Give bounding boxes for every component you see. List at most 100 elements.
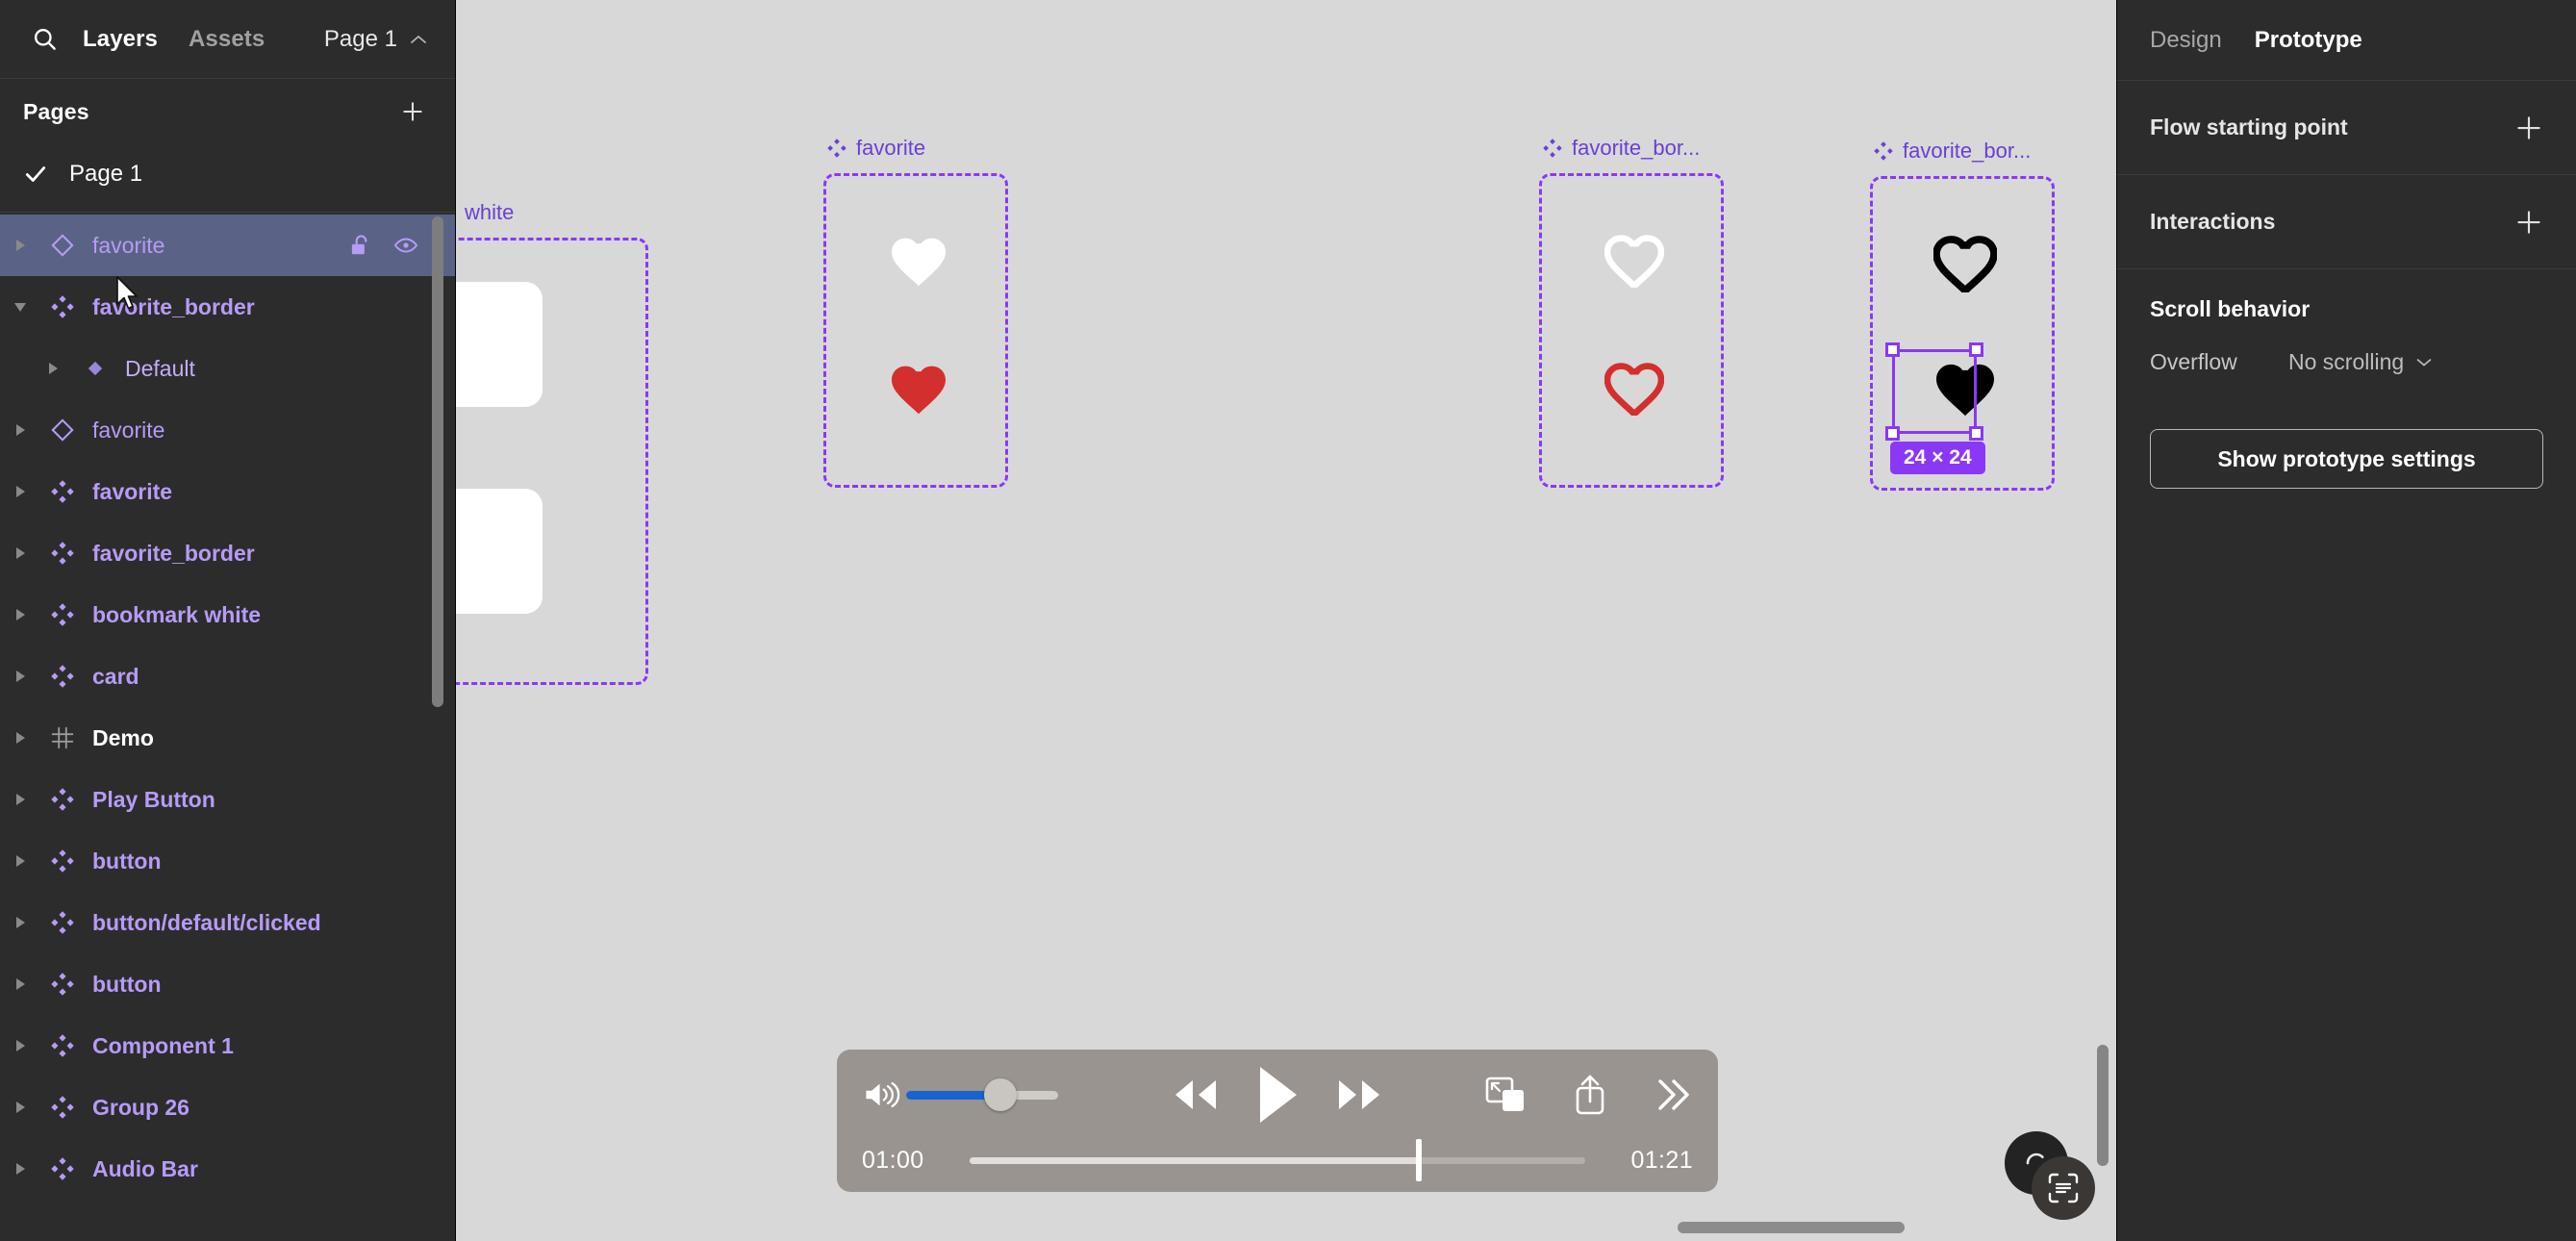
selection-bounding-box[interactable] — [1892, 349, 1977, 434]
seek-bar[interactable] — [970, 1139, 1585, 1181]
layer-row[interactable]: Component 1 — [0, 1015, 455, 1076]
layer-row[interactable]: Group 26 — [0, 1076, 455, 1138]
heart-outline-icon — [1933, 236, 1997, 292]
canvas-vertical-scrollbar[interactable] — [2097, 1045, 2109, 1166]
right-panel-tabs: Design Prototype — [2117, 0, 2576, 81]
volume-slider-track[interactable] — [906, 1078, 1058, 1111]
tab-prototype[interactable]: Prototype — [2255, 27, 2362, 54]
component-diamond-icon — [1543, 139, 1562, 158]
caret-right-icon[interactable] — [0, 917, 40, 928]
layer-row[interactable]: Play Button — [0, 769, 455, 830]
caret-right-icon[interactable] — [0, 609, 40, 620]
caret-right-icon[interactable] — [0, 1040, 40, 1051]
variant-red-outline-heart[interactable] — [1542, 336, 1727, 442]
variant-black-outline-heart[interactable] — [1873, 211, 2058, 317]
layer-row[interactable]: favorite_border — [0, 276, 455, 338]
volume-high-icon[interactable] — [862, 1078, 900, 1111]
page-item-page-1[interactable]: Page 1 — [0, 144, 455, 204]
caret-right-icon[interactable] — [0, 855, 40, 867]
layer-row[interactable]: favorite — [0, 461, 455, 522]
caret-right-icon[interactable] — [0, 732, 40, 744]
layer-label: favorite — [92, 478, 173, 504]
selection-handle-top-left[interactable] — [1885, 342, 1900, 357]
variant-white-outline-heart[interactable] — [1542, 208, 1727, 314]
canvas-horizontal-scrollbar[interactable] — [1678, 1222, 1905, 1233]
caret-right-icon[interactable] — [0, 671, 40, 682]
bookmark-white-chip-bottom — [456, 489, 543, 614]
layers-list[interactable]: favorite favorite_border Default favorite fa… — [0, 213, 455, 1241]
total-time-label: 01:21 — [1630, 1146, 1693, 1174]
layer-visibility-toggle[interactable] — [393, 233, 418, 258]
layer-label: favorite_border — [92, 540, 255, 566]
heart-outline-icon — [1604, 363, 1664, 416]
component-set-favorite[interactable]: favorite — [823, 136, 1011, 488]
layer-label: Group 26 — [92, 1094, 189, 1120]
layer-label: favorite — [92, 232, 165, 258]
layer-type-icon — [40, 664, 85, 689]
caret-down-icon[interactable] — [0, 302, 40, 312]
unlock-icon[interactable] — [347, 233, 372, 258]
layer-row[interactable]: Default — [0, 338, 455, 399]
page-selector[interactable]: Page 1 — [324, 26, 434, 53]
play-button[interactable] — [1254, 1065, 1301, 1125]
picture-in-picture-button[interactable] — [1483, 1075, 1528, 1115]
scan-text-button[interactable] — [2032, 1156, 2095, 1220]
volume-slider-knob[interactable] — [983, 1078, 1017, 1111]
caret-right-icon[interactable] — [0, 424, 40, 436]
add-interaction-button[interactable] — [2514, 208, 2543, 237]
component-diamond-icon — [51, 480, 74, 503]
caret-right-icon[interactable] — [0, 1102, 40, 1113]
caret-right-icon[interactable] — [0, 486, 40, 497]
layer-label: Play Button — [92, 786, 215, 812]
layer-row[interactable]: favorite — [0, 399, 455, 461]
layer-row[interactable]: button — [0, 830, 455, 892]
seek-bar-playhead[interactable] — [1416, 1139, 1423, 1181]
layer-row[interactable]: button — [0, 953, 455, 1015]
component-set-label: favorite_bor... — [1542, 136, 1700, 161]
tab-design[interactable]: Design — [2150, 27, 2222, 54]
layer-row[interactable]: card — [0, 646, 455, 707]
caret-right-icon[interactable] — [0, 240, 40, 251]
component-diamond-icon — [827, 139, 846, 158]
plus-icon — [2517, 210, 2540, 234]
variant-red-filled-heart[interactable] — [826, 336, 1011, 442]
rewind-button[interactable] — [1168, 1075, 1222, 1115]
layer-lock-toggle[interactable] — [347, 233, 372, 258]
media-player[interactable]: 01:00 01:21 — [837, 1050, 1718, 1192]
search-icon[interactable] — [21, 16, 67, 63]
layer-row[interactable]: favorite_border — [0, 522, 455, 584]
instance-diamond-icon — [51, 234, 74, 257]
layer-type-icon — [40, 972, 85, 997]
add-page-button[interactable] — [393, 92, 432, 131]
share-button[interactable] — [1572, 1073, 1608, 1117]
caret-right-icon[interactable] — [0, 547, 40, 559]
caret-right-icon[interactable] — [33, 363, 73, 374]
layer-row[interactable]: button/default/clicked — [0, 892, 455, 953]
layer-row[interactable]: Demo — [0, 707, 455, 769]
fast-forward-button[interactable] — [1333, 1075, 1387, 1115]
variant-white-filled-heart[interactable] — [826, 208, 1011, 314]
design-canvas[interactable]: white favorite favorite_bor... favorite_… — [456, 0, 2116, 1241]
eye-icon[interactable] — [393, 233, 418, 258]
more-button[interactable] — [1653, 1076, 1693, 1114]
overflow-select[interactable]: No scrolling — [2288, 349, 2433, 375]
selection-handle-bottom-left[interactable] — [1885, 426, 1900, 441]
selection-handle-top-right[interactable] — [1969, 342, 1983, 357]
tab-assets[interactable]: Assets — [173, 26, 280, 53]
instance-diamond-icon — [51, 418, 74, 442]
caret-right-icon[interactable] — [0, 794, 40, 805]
plus-icon — [403, 102, 422, 121]
layer-row[interactable]: bookmark white — [0, 584, 455, 646]
volume-control[interactable] — [862, 1078, 1058, 1111]
tab-layers[interactable]: Layers — [67, 26, 173, 53]
component-set-favorite-border-a[interactable]: favorite_bor... — [1539, 136, 1727, 488]
caret-right-icon[interactable] — [0, 978, 40, 990]
add-flow-starting-point-button[interactable] — [2514, 114, 2543, 142]
sidebar-topbar: Layers Assets Page 1 — [0, 0, 455, 79]
selection-handle-bottom-right[interactable] — [1969, 426, 1983, 441]
layer-label: button — [92, 848, 162, 874]
layer-row[interactable]: Audio Bar — [0, 1138, 455, 1200]
layer-row[interactable]: favorite — [0, 215, 455, 276]
show-prototype-settings-button[interactable]: Show prototype settings — [2150, 429, 2543, 489]
caret-right-icon[interactable] — [0, 1163, 40, 1175]
